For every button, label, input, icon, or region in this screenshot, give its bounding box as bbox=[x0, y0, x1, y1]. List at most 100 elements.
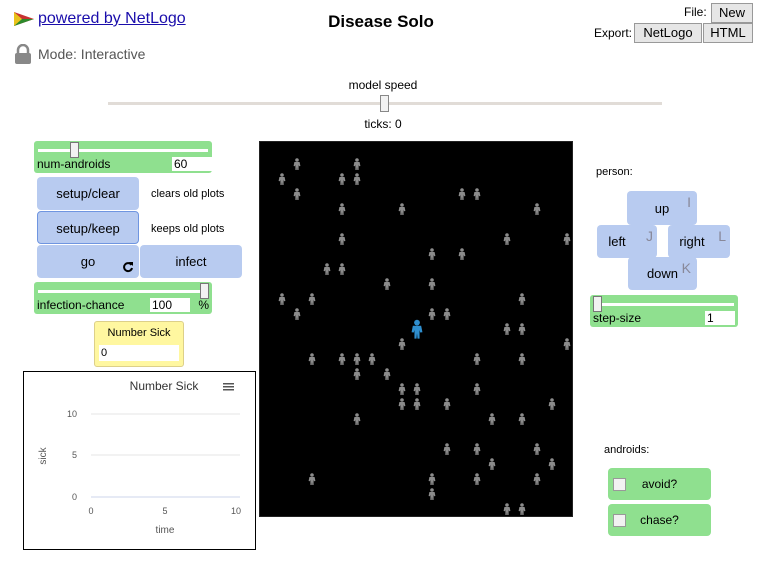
android-agent bbox=[308, 473, 316, 485]
plot-svg: Number Sick 10 5 0 0 5 10 time sick bbox=[38, 379, 241, 536]
left-button[interactable]: left J bbox=[597, 225, 657, 258]
android-agent bbox=[353, 158, 361, 170]
android-agent bbox=[488, 458, 496, 470]
android-agent bbox=[503, 323, 511, 335]
android-agent bbox=[398, 398, 406, 410]
up-key: I bbox=[687, 194, 691, 210]
android-agent bbox=[398, 383, 406, 395]
android-agent bbox=[293, 188, 301, 200]
export-netlogo-button[interactable]: NetLogo bbox=[634, 23, 702, 43]
android-agent bbox=[308, 353, 316, 365]
android-agent bbox=[293, 308, 301, 320]
left-label: left bbox=[608, 234, 626, 249]
android-agent bbox=[353, 413, 361, 425]
android-agent bbox=[428, 308, 436, 320]
infect-button[interactable]: infect bbox=[140, 245, 242, 278]
android-agent bbox=[548, 458, 556, 470]
android-agent bbox=[443, 308, 451, 320]
monitor-value: 0 bbox=[99, 345, 179, 361]
x-axis-label: time bbox=[156, 525, 175, 536]
y-axis-label: sick bbox=[38, 446, 49, 464]
model-speed-thumb[interactable] bbox=[380, 95, 389, 112]
num-androids-label: num-androids bbox=[37, 157, 111, 171]
mode-indicator[interactable]: Mode: Interactive bbox=[14, 44, 145, 64]
go-button[interactable]: go bbox=[37, 245, 139, 278]
infection-chance-value[interactable]: 100 bbox=[150, 298, 190, 312]
android-agent bbox=[518, 293, 526, 305]
right-key: L bbox=[718, 228, 726, 244]
android-agent bbox=[338, 173, 346, 185]
x-tick-10: 10 bbox=[231, 506, 241, 516]
android-agent bbox=[443, 443, 451, 455]
android-agent bbox=[338, 233, 346, 245]
android-agent bbox=[443, 398, 451, 410]
android-agent bbox=[398, 338, 406, 350]
android-agent bbox=[353, 353, 361, 365]
step-size-value[interactable]: 1 bbox=[705, 311, 735, 325]
android-agent bbox=[488, 413, 496, 425]
android-agent bbox=[353, 368, 361, 380]
right-button[interactable]: right L bbox=[668, 225, 730, 258]
android-agent bbox=[503, 503, 511, 515]
world-view[interactable] bbox=[259, 141, 573, 517]
go-label: go bbox=[80, 254, 96, 269]
world-canvas[interactable] bbox=[260, 142, 572, 516]
monitor-label: Number Sick bbox=[107, 327, 171, 339]
chase-switch[interactable]: chase? bbox=[608, 504, 711, 536]
up-button[interactable]: up I bbox=[627, 191, 697, 225]
hamburger-menu-icon[interactable] bbox=[223, 383, 234, 391]
num-androids-slider[interactable]: num-androids 60 bbox=[34, 141, 212, 173]
android-agent bbox=[473, 383, 481, 395]
android-agent bbox=[428, 488, 436, 500]
android-agent bbox=[338, 353, 346, 365]
android-agent bbox=[533, 203, 541, 215]
setup-clear-button[interactable]: setup/clear bbox=[37, 177, 139, 210]
android-agent bbox=[563, 233, 571, 245]
ticks-counter: ticks: 0 bbox=[364, 117, 402, 131]
android-agent bbox=[518, 413, 526, 425]
infection-chance-track[interactable] bbox=[38, 290, 208, 293]
android-agent bbox=[278, 293, 286, 305]
avoid-switch[interactable]: avoid? bbox=[608, 468, 711, 500]
plot-title: Number Sick bbox=[130, 379, 200, 393]
android-agent bbox=[518, 353, 526, 365]
lock-icon[interactable] bbox=[14, 44, 32, 64]
infection-chance-thumb[interactable] bbox=[200, 283, 209, 299]
android-agent bbox=[473, 353, 481, 365]
x-tick-0: 0 bbox=[88, 506, 93, 516]
step-size-label: step-size bbox=[593, 311, 642, 325]
android-agent bbox=[368, 353, 376, 365]
down-button[interactable]: down K bbox=[628, 257, 697, 290]
model-speed-label: model speed bbox=[348, 78, 418, 92]
keeps-old-plots-note: keeps old plots bbox=[151, 223, 225, 235]
avoid-label: avoid? bbox=[641, 477, 678, 491]
export-html-button[interactable]: HTML bbox=[703, 23, 753, 43]
num-androids-thumb[interactable] bbox=[70, 142, 79, 158]
infection-chance-slider[interactable]: infection-chance 100 % bbox=[34, 282, 212, 314]
clears-old-plots-note: clears old plots bbox=[151, 188, 225, 200]
step-size-track[interactable] bbox=[594, 303, 734, 306]
num-androids-value[interactable]: 60 bbox=[172, 157, 212, 171]
file-label: File: bbox=[684, 5, 707, 19]
num-androids-track[interactable] bbox=[38, 149, 208, 152]
x-tick-5: 5 bbox=[162, 506, 167, 516]
left-key: J bbox=[646, 228, 653, 244]
android-agent bbox=[428, 248, 436, 260]
y-tick-10: 10 bbox=[67, 409, 77, 419]
android-agent bbox=[473, 188, 481, 200]
android-agent bbox=[518, 323, 526, 335]
forever-icon bbox=[123, 262, 133, 273]
new-button[interactable]: New bbox=[711, 3, 753, 23]
android-agent bbox=[413, 398, 421, 410]
mode-text: Mode: Interactive bbox=[38, 46, 146, 62]
step-size-thumb[interactable] bbox=[593, 296, 602, 312]
android-agent bbox=[533, 443, 541, 455]
android-agent bbox=[323, 263, 331, 275]
step-size-slider[interactable]: step-size 1 bbox=[590, 295, 738, 327]
android-agent bbox=[278, 173, 286, 185]
android-agent bbox=[353, 173, 361, 185]
right-label: right bbox=[679, 234, 705, 249]
export-label: Export: bbox=[594, 26, 633, 40]
setup-keep-button[interactable]: setup/keep bbox=[37, 211, 139, 244]
android-agent bbox=[533, 473, 541, 485]
